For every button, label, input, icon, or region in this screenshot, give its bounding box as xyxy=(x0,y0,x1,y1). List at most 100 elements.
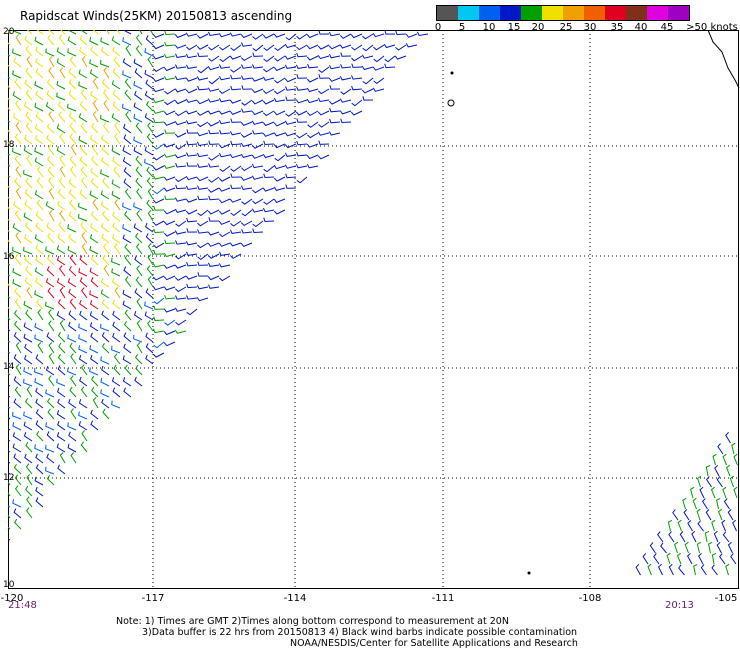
wind-barb xyxy=(653,553,660,565)
wind-barb xyxy=(78,202,88,211)
wind-barb xyxy=(92,78,99,90)
wind-barb xyxy=(23,246,33,255)
wind-barb xyxy=(704,530,710,543)
wind-barb xyxy=(219,231,231,238)
wind-barb xyxy=(185,251,198,256)
wind-barb xyxy=(207,87,220,92)
wind-barb xyxy=(146,166,154,178)
wind-barb xyxy=(123,266,132,277)
wind-barb xyxy=(240,220,253,227)
footnote: Note: 1) Times are GMT 2)Times along bot… xyxy=(116,616,577,638)
wind-barb xyxy=(405,33,418,38)
wind-barb xyxy=(69,199,77,211)
wind-barb xyxy=(146,177,154,189)
wind-barb xyxy=(306,77,319,83)
wind-barb xyxy=(13,332,22,343)
wind-barb xyxy=(26,56,33,68)
wind-barb xyxy=(14,133,22,145)
wind-barb xyxy=(46,90,55,101)
wind-barb xyxy=(89,322,99,332)
wind-barb xyxy=(34,290,44,299)
wind-barb xyxy=(101,332,110,343)
wind-barb xyxy=(56,410,66,420)
wind-barb xyxy=(56,256,66,266)
wind-barb xyxy=(111,377,121,387)
wind-barb xyxy=(123,167,132,178)
wind-barb xyxy=(676,552,682,565)
wind-barb xyxy=(240,33,253,39)
wind-barb xyxy=(69,298,77,310)
wind-barb xyxy=(36,199,44,211)
wind-barb xyxy=(100,201,110,211)
wind-barb xyxy=(134,90,143,101)
wind-barb xyxy=(15,122,22,134)
wind-barb xyxy=(273,33,286,38)
wind-barb xyxy=(123,134,132,145)
wind-barb xyxy=(113,56,121,68)
wind-barb xyxy=(14,210,22,222)
wind-map xyxy=(8,30,740,590)
wind-barb xyxy=(207,275,220,281)
wind-barb xyxy=(24,200,33,211)
wind-barb xyxy=(186,308,198,316)
wind-barb xyxy=(196,44,209,50)
wind-barb xyxy=(112,101,121,112)
wind-barb xyxy=(103,89,110,101)
wind-barb xyxy=(713,530,719,543)
wind-barb xyxy=(12,411,22,420)
wind-barb xyxy=(45,48,55,57)
wind-barb xyxy=(25,441,33,453)
wind-barb xyxy=(395,30,407,36)
wind-barb xyxy=(328,64,341,70)
wind-barb xyxy=(146,133,154,145)
wind-barb xyxy=(34,36,44,46)
wind-barb xyxy=(145,79,154,90)
wind-barb xyxy=(24,354,33,365)
wind-barb xyxy=(135,166,143,178)
wind-barb xyxy=(103,100,110,112)
wind-barb xyxy=(122,157,132,167)
wind-barb xyxy=(263,165,275,173)
wind-barb xyxy=(112,310,121,321)
wind-barb xyxy=(197,121,209,128)
wind-barb xyxy=(153,242,165,249)
wind-barb xyxy=(103,67,110,79)
wind-barb xyxy=(230,118,242,123)
wind-barb xyxy=(100,377,110,387)
wind-barb xyxy=(296,44,308,51)
wind-barb xyxy=(112,387,121,398)
wind-barb xyxy=(218,33,231,38)
wind-barb xyxy=(67,48,77,57)
wind-barb xyxy=(145,233,154,244)
wind-barb xyxy=(14,287,22,299)
wind-barb xyxy=(725,563,730,576)
wind-barb xyxy=(263,55,275,63)
wind-barb xyxy=(113,353,121,365)
wind-barb xyxy=(668,563,674,576)
wind-barb xyxy=(174,275,187,281)
wind-barb xyxy=(145,35,154,46)
wind-barb xyxy=(186,44,198,51)
wind-barb xyxy=(175,240,187,245)
wind-barb xyxy=(174,44,187,49)
wind-barb xyxy=(230,66,242,73)
wind-barb xyxy=(219,44,231,51)
wind-barb xyxy=(241,64,253,69)
wind-barb xyxy=(145,343,154,354)
wind-barb xyxy=(240,55,253,62)
wind-barb xyxy=(175,319,187,326)
wind-barb xyxy=(163,143,176,148)
wind-barb xyxy=(657,563,663,576)
wind-barb xyxy=(362,44,374,52)
wind-barb xyxy=(35,46,44,57)
wind-barb xyxy=(185,110,198,115)
wind-barb xyxy=(144,113,154,123)
wind-barb xyxy=(668,531,675,543)
wind-barb xyxy=(25,122,33,134)
wind-barb xyxy=(296,74,308,79)
wind-barb xyxy=(219,55,231,63)
wind-barb xyxy=(208,140,220,145)
wind-barb xyxy=(373,77,385,85)
wind-barb xyxy=(89,59,99,68)
wind-barb xyxy=(197,195,209,201)
